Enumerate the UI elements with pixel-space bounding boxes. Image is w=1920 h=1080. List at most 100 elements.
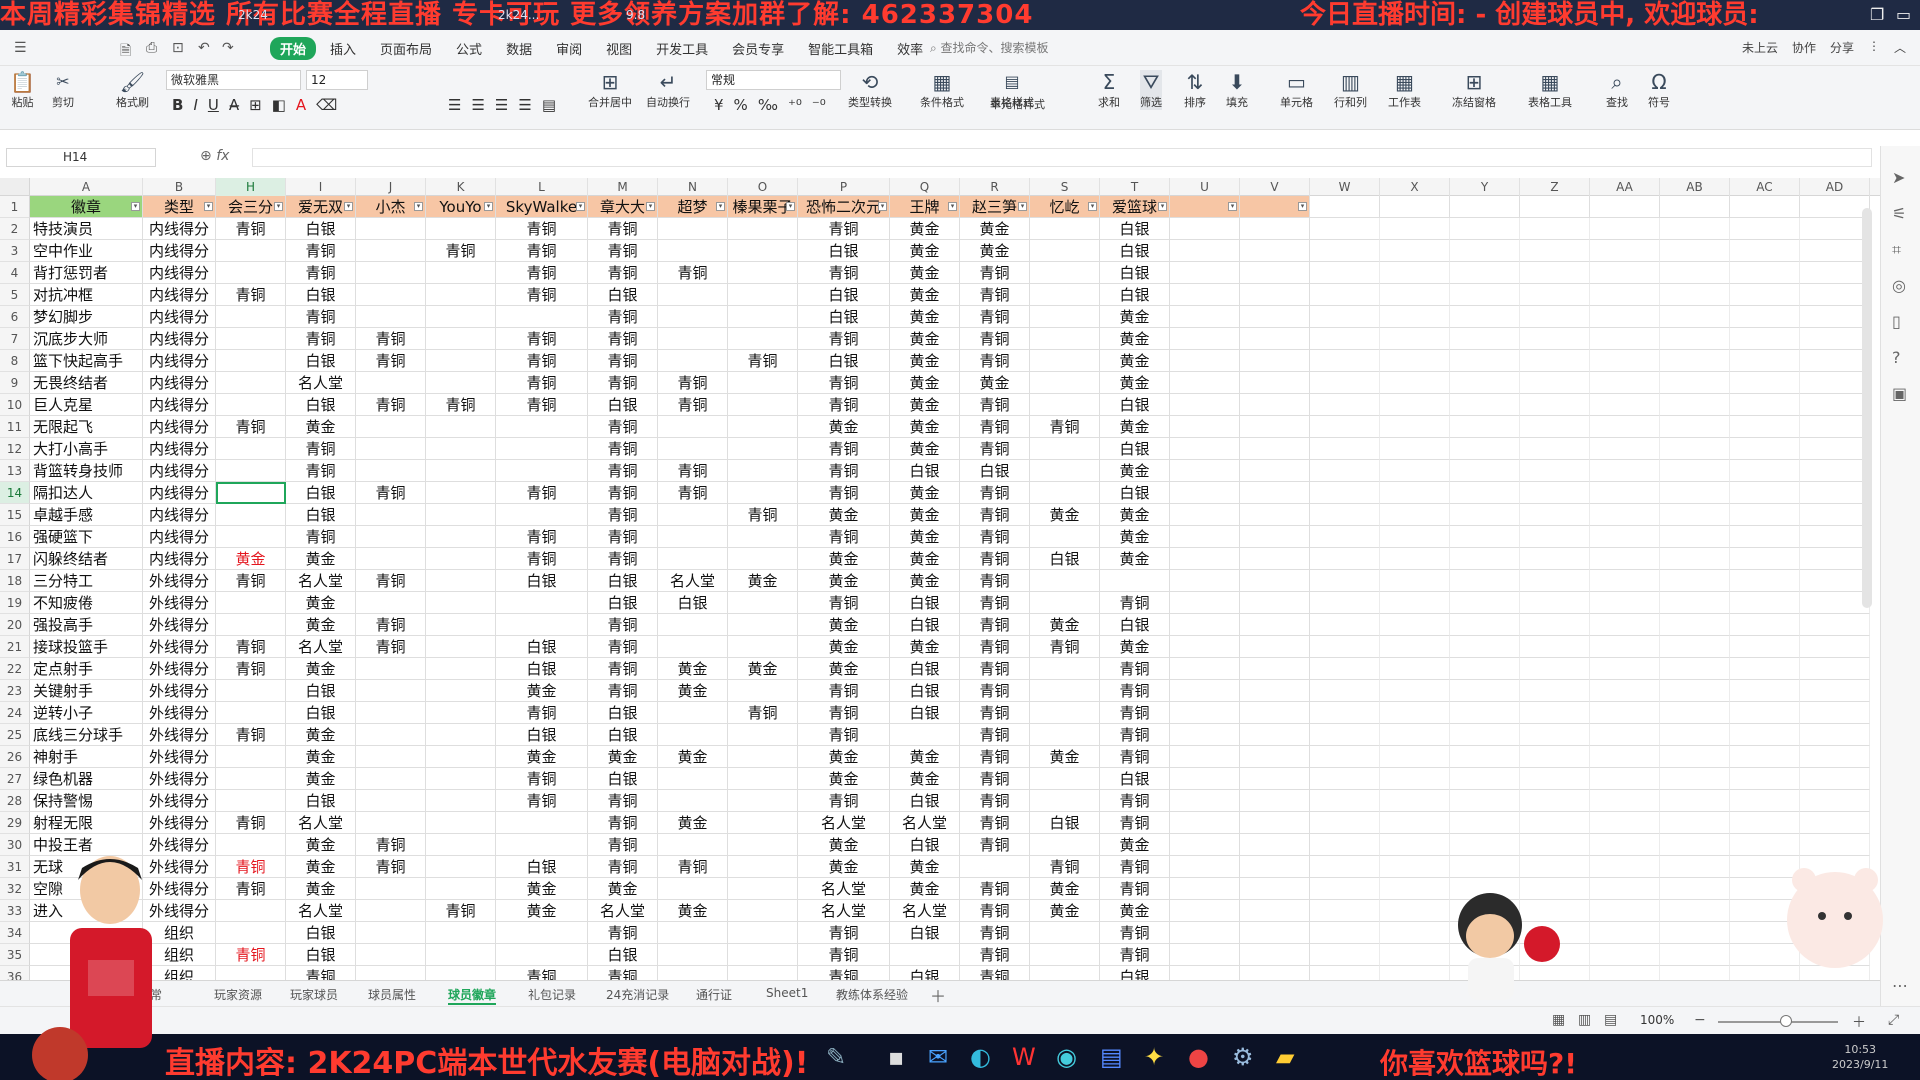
cell-X12[interactable] [1380, 438, 1450, 460]
cell-N31[interactable]: 青铜 [658, 856, 728, 878]
cell-P9[interactable]: 青铜 [798, 372, 890, 394]
cell-O20[interactable] [728, 614, 798, 636]
cell-J15[interactable] [356, 504, 426, 526]
cell-V2[interactable] [1240, 218, 1310, 240]
cell-AD19[interactable] [1800, 592, 1870, 614]
row-header-22[interactable]: 22 [0, 658, 30, 680]
cell-V23[interactable] [1240, 680, 1310, 702]
cell-Q3[interactable]: 黄金 [890, 240, 960, 262]
cell-H26[interactable] [216, 746, 286, 768]
cell-W9[interactable] [1310, 372, 1380, 394]
cell-AC8[interactable] [1730, 350, 1800, 372]
cell-I9[interactable]: 名人堂 [286, 372, 356, 394]
cell-U35[interactable] [1170, 944, 1240, 966]
cell-Q23[interactable]: 白银 [890, 680, 960, 702]
cell-U19[interactable] [1170, 592, 1240, 614]
column-header-Y[interactable]: Y [1450, 178, 1520, 196]
cell-K2[interactable] [426, 218, 496, 240]
cell-AB22[interactable] [1660, 658, 1730, 680]
cell-T15[interactable]: 黄金 [1100, 504, 1170, 526]
thousands-icon[interactable]: ‰ [758, 96, 778, 114]
cell-N34[interactable] [658, 922, 728, 944]
cell-L13[interactable] [496, 460, 588, 482]
cell-X21[interactable] [1380, 636, 1450, 658]
cell-I23[interactable]: 白银 [286, 680, 356, 702]
cell-J11[interactable] [356, 416, 426, 438]
cell-H20[interactable] [216, 614, 286, 636]
cell-M12[interactable]: 青铜 [588, 438, 658, 460]
cell-AC2[interactable] [1730, 218, 1800, 240]
merge-button[interactable]: ⊞ 合并居中 [588, 70, 632, 110]
cell-L7[interactable]: 青铜 [496, 328, 588, 350]
cell-M25[interactable]: 白银 [588, 724, 658, 746]
cell-R27[interactable]: 青铜 [960, 768, 1030, 790]
taskbar-tools-icon[interactable]: ✎ [826, 1043, 846, 1071]
cell-P14[interactable]: 青铜 [798, 482, 890, 504]
cell-W35[interactable] [1310, 944, 1380, 966]
cell-AB25[interactable] [1660, 724, 1730, 746]
cell-X27[interactable] [1380, 768, 1450, 790]
cell-Z17[interactable] [1520, 548, 1590, 570]
cell-AB16[interactable] [1660, 526, 1730, 548]
cell-Z23[interactable] [1520, 680, 1590, 702]
cell-Y8[interactable] [1450, 350, 1520, 372]
cell-O6[interactable] [728, 306, 798, 328]
bold-icon[interactable]: B [172, 96, 183, 114]
cell-V26[interactable] [1240, 746, 1310, 768]
cell-AA3[interactable] [1590, 240, 1660, 262]
filter-dropdown-icon[interactable]: ▾ [1228, 202, 1237, 211]
row-header-8[interactable]: 8 [0, 350, 30, 372]
cell-B24[interactable]: 外线得分 [143, 702, 216, 724]
sheet-tab-8[interactable]: Sheet1 [766, 986, 808, 1000]
cell-AD23[interactable] [1800, 680, 1870, 702]
cell-L30[interactable] [496, 834, 588, 856]
cell-AC15[interactable] [1730, 504, 1800, 526]
cell-R33[interactable]: 青铜 [960, 900, 1030, 922]
cell-J14[interactable]: 青铜 [356, 482, 426, 504]
filter-dropdown-icon[interactable]: ▾ [1088, 202, 1097, 211]
cell-X4[interactable] [1380, 262, 1450, 284]
cell-T19[interactable]: 青铜 [1100, 592, 1170, 614]
cell-X18[interactable] [1380, 570, 1450, 592]
cell-J36[interactable] [356, 966, 426, 980]
cell-L28[interactable]: 青铜 [496, 790, 588, 812]
cell-AB29[interactable] [1660, 812, 1730, 834]
cell-Q32[interactable]: 黄金 [890, 878, 960, 900]
cell-P7[interactable]: 青铜 [798, 328, 890, 350]
cell-J6[interactable] [356, 306, 426, 328]
cell-AB3[interactable] [1660, 240, 1730, 262]
cell-P22[interactable]: 黄金 [798, 658, 890, 680]
tab-review[interactable]: 审阅 [546, 37, 592, 60]
cell-H36[interactable] [216, 966, 286, 980]
cut-button[interactable]: ✂ 剪切 [52, 70, 74, 110]
cell-V20[interactable] [1240, 614, 1310, 636]
cell-O21[interactable] [728, 636, 798, 658]
cell-Q22[interactable]: 白银 [890, 658, 960, 680]
doc-tab-2[interactable]: 2k24... [492, 4, 545, 26]
cell-T7[interactable]: 黄金 [1100, 328, 1170, 350]
cell-X31[interactable] [1380, 856, 1450, 878]
cell-S15[interactable]: 黄金 [1030, 504, 1100, 526]
cell-U18[interactable] [1170, 570, 1240, 592]
cell-L4[interactable]: 青铜 [496, 262, 588, 284]
cell-AC20[interactable] [1730, 614, 1800, 636]
cell-H3[interactable] [216, 240, 286, 262]
taskbar-record-icon[interactable]: ● [1188, 1043, 1209, 1071]
cell-B9[interactable]: 内线得分 [143, 372, 216, 394]
cell-T28[interactable]: 青铜 [1100, 790, 1170, 812]
cell-Z4[interactable] [1520, 262, 1590, 284]
cell-N28[interactable] [658, 790, 728, 812]
cell-U14[interactable] [1170, 482, 1240, 504]
cell-K8[interactable] [426, 350, 496, 372]
cell-L11[interactable] [496, 416, 588, 438]
cell-K30[interactable] [426, 834, 496, 856]
cell-N35[interactable] [658, 944, 728, 966]
column-header-H[interactable]: H [216, 178, 286, 196]
cell-Q5[interactable]: 黄金 [890, 284, 960, 306]
cell-J22[interactable] [356, 658, 426, 680]
cell-Q11[interactable]: 黄金 [890, 416, 960, 438]
cell-H27[interactable] [216, 768, 286, 790]
cell-AC25[interactable] [1730, 724, 1800, 746]
cell-AB23[interactable] [1660, 680, 1730, 702]
cell-B22[interactable]: 外线得分 [143, 658, 216, 680]
